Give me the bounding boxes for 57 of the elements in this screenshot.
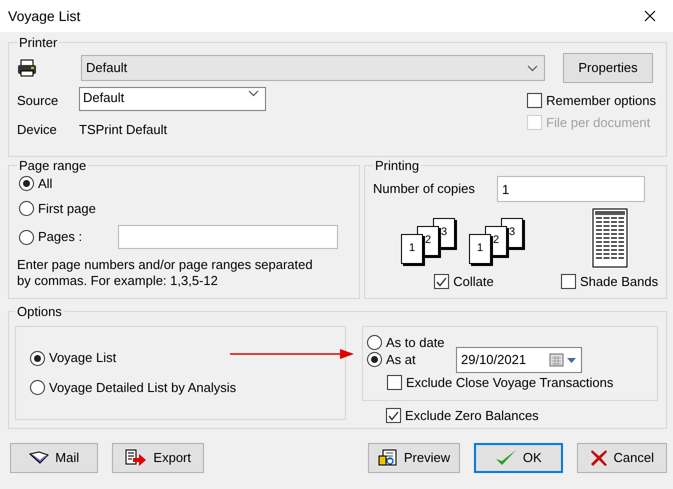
checkbox-label: Remember options	[546, 93, 656, 109]
calendar-dropdown-icon	[549, 352, 577, 367]
radio-label: Pages :	[38, 229, 84, 245]
export-arrow-icon	[125, 449, 148, 467]
page-numbers-field[interactable]	[118, 225, 338, 250]
field-label: Device	[17, 122, 58, 138]
source-dropdown[interactable]: Default	[79, 87, 266, 111]
radio-label: As to date	[386, 335, 445, 351]
checkbox-label: Collate	[453, 274, 494, 290]
cancel-x-icon	[590, 449, 608, 467]
group-title: Printing	[374, 159, 420, 172]
radio-label: Voyage List	[49, 350, 116, 366]
copies-field[interactable]: 1	[497, 176, 645, 202]
field-label: Number of copies	[373, 181, 476, 197]
checkbox[interactable]	[527, 93, 542, 108]
date-field[interactable]: 29/10/2021	[456, 346, 582, 373]
ok-button[interactable]: OK	[474, 443, 563, 473]
checkbox-label: File per document	[546, 114, 650, 130]
radio-button[interactable]	[30, 380, 45, 396]
shaded-report-icon	[592, 208, 628, 268]
checkbox[interactable]	[386, 408, 401, 424]
field-label: Source	[17, 93, 60, 110]
export-button[interactable]: Export	[112, 443, 204, 473]
printer-icon	[17, 59, 37, 77]
hint-text: Enter page numbers and/or page ranges separated by commas. For example: 1,3,5-12	[17, 257, 314, 290]
group-title: Options	[16, 305, 63, 318]
radio-button[interactable]	[19, 200, 34, 216]
checkbox-label: Exclude Close Voyage Transactions	[406, 374, 614, 390]
chevron-down-icon	[527, 64, 538, 72]
printer-dropdown[interactable]: Default	[81, 55, 545, 81]
radio-button[interactable]	[19, 176, 34, 192]
radio-label: First page	[38, 200, 96, 216]
radio-label: Voyage Detailed List by Analysis	[49, 380, 236, 396]
checkbox[interactable]	[387, 374, 402, 390]
radio-button[interactable]	[19, 230, 34, 245]
radio-label: As at	[386, 352, 417, 368]
properties-button[interactable]: Properties	[563, 53, 653, 83]
radio-button[interactable]	[367, 335, 382, 350]
cancel-button[interactable]: Cancel	[576, 443, 667, 473]
radio-button[interactable]	[30, 350, 45, 366]
checkbox-label: Exclude Zero Balances	[405, 408, 539, 424]
preview-button[interactable]: Preview	[368, 443, 460, 473]
checkbox[interactable]	[434, 274, 450, 290]
radio-button[interactable]	[367, 352, 382, 368]
close-icon	[644, 10, 656, 22]
envelope-icon	[29, 451, 50, 465]
mail-button[interactable]: Mail	[10, 443, 98, 473]
preview-icon	[378, 449, 398, 467]
group-title: Printer	[18, 36, 58, 49]
checkbox[interactable]	[561, 274, 576, 290]
chevron-down-icon	[248, 90, 259, 97]
group-title: Page range	[18, 159, 88, 172]
device-name: TSPrint Default	[79, 122, 168, 138]
checkmark-icon	[494, 449, 517, 467]
radio-label: All	[38, 176, 52, 192]
checkbox-label: Shade Bands	[580, 274, 658, 290]
window-title: Voyage List	[8, 8, 80, 24]
